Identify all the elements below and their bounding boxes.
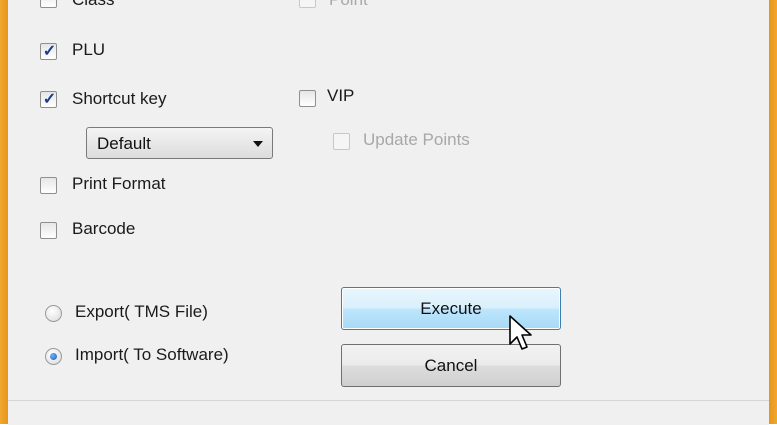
window-frame-right <box>769 0 777 424</box>
vip-label: VIP <box>327 86 355 105</box>
checkmark-icon: ✓ <box>42 43 57 60</box>
checkmark-icon: ✓ <box>42 91 57 108</box>
export-label: Export( TMS File) <box>75 302 208 321</box>
window-bottom-band <box>8 400 769 425</box>
export-radio[interactable] <box>45 305 62 322</box>
class-label: Class <box>72 0 115 10</box>
cancel-button-label: Cancel <box>424 356 478 375</box>
plu-label: PLU <box>72 40 106 59</box>
export-options-panel <box>8 0 769 400</box>
chevron-down-icon <box>253 141 263 147</box>
print-format-checkbox[interactable] <box>40 177 57 194</box>
class-checkbox[interactable] <box>40 0 57 8</box>
shortcut-key-checkbox[interactable]: ✓ <box>40 91 57 108</box>
barcode-checkbox[interactable] <box>40 222 57 239</box>
barcode-label: Barcode <box>72 219 136 238</box>
dropdown-selected-value: Default <box>97 134 151 153</box>
update-points-checkbox[interactable] <box>333 133 350 150</box>
radio-selected-dot <box>50 353 57 360</box>
import-radio[interactable] <box>45 348 62 365</box>
update-points-label: Update Points <box>363 130 470 149</box>
shortcut-key-label: Shortcut key <box>72 89 167 108</box>
shortcut-key-dropdown[interactable]: Default <box>86 127 273 159</box>
mouse-pointer-icon <box>509 315 532 350</box>
print-format-label: Print Format <box>72 174 166 193</box>
point-checkbox[interactable] <box>299 0 316 8</box>
vip-checkbox[interactable] <box>299 90 316 107</box>
import-label: Import( To Software) <box>75 345 229 364</box>
plu-checkbox[interactable]: ✓ <box>40 43 57 60</box>
execute-button-label: Execute <box>420 299 482 318</box>
point-label: Point <box>329 0 368 10</box>
window-frame-left <box>0 0 8 424</box>
